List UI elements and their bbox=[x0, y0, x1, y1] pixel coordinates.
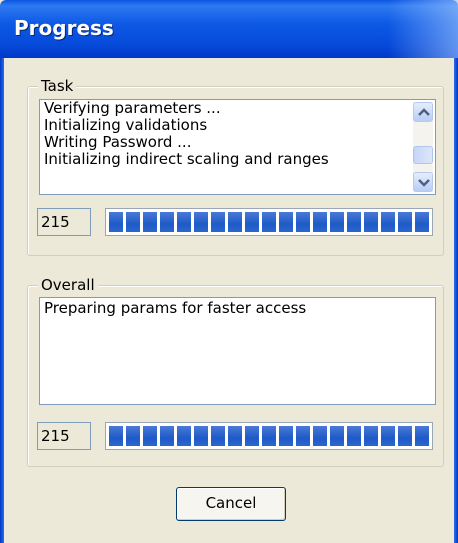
progress-block bbox=[296, 212, 310, 232]
progress-block bbox=[313, 212, 327, 232]
scroll-down-button[interactable] bbox=[413, 172, 433, 192]
progress-block bbox=[228, 426, 242, 446]
overall-counter: 215 bbox=[37, 422, 91, 450]
window-title: Progress bbox=[14, 16, 114, 40]
progress-block bbox=[364, 426, 378, 446]
progress-block bbox=[347, 212, 361, 232]
progress-block bbox=[381, 426, 395, 446]
progress-block bbox=[109, 426, 123, 446]
cancel-button[interactable]: Cancel bbox=[176, 487, 286, 521]
progress-block bbox=[126, 426, 140, 446]
progress-block bbox=[245, 426, 259, 446]
progress-block bbox=[415, 212, 429, 232]
title-bar[interactable]: Progress bbox=[0, 0, 458, 58]
progress-block bbox=[313, 426, 327, 446]
progress-block bbox=[177, 212, 191, 232]
progress-block bbox=[194, 212, 208, 232]
progress-block bbox=[296, 426, 310, 446]
progress-block bbox=[415, 426, 429, 446]
progress-block bbox=[398, 426, 412, 446]
task-progress-bar bbox=[105, 208, 433, 236]
progress-block bbox=[364, 212, 378, 232]
list-item: Verifying parameters ... bbox=[44, 99, 221, 117]
overall-progress-bar bbox=[105, 422, 433, 450]
progress-block bbox=[211, 212, 225, 232]
overall-progress-fill bbox=[109, 426, 429, 446]
progress-block bbox=[126, 212, 140, 232]
task-log-scrollbar[interactable] bbox=[413, 102, 433, 192]
progress-block bbox=[228, 212, 242, 232]
chevron-up-icon bbox=[418, 108, 430, 116]
progress-block bbox=[143, 212, 157, 232]
task-group-label: Task bbox=[38, 77, 77, 95]
progress-block bbox=[160, 426, 174, 446]
progress-block bbox=[279, 212, 293, 232]
task-counter: 215 bbox=[37, 208, 91, 236]
progress-block bbox=[262, 426, 276, 446]
progress-block bbox=[109, 212, 123, 232]
task-progress-fill bbox=[109, 212, 429, 232]
progress-block bbox=[330, 426, 344, 446]
progress-block bbox=[330, 212, 344, 232]
progress-block bbox=[194, 426, 208, 446]
list-item: Initializing validations bbox=[44, 116, 208, 134]
progress-block bbox=[245, 212, 259, 232]
task-log-list[interactable]: Verifying parameters ... Initializing va… bbox=[39, 99, 436, 195]
overall-log-list[interactable]: Preparing params for faster access bbox=[39, 297, 436, 405]
task-group: Task Verifying parameters ... Initializi… bbox=[27, 77, 444, 256]
overall-group-label: Overall bbox=[38, 276, 98, 294]
list-item: Writing Password ... bbox=[44, 133, 192, 151]
progress-block bbox=[279, 426, 293, 446]
progress-block bbox=[398, 212, 412, 232]
scroll-thumb[interactable] bbox=[413, 146, 433, 164]
chevron-down-icon bbox=[418, 179, 430, 187]
list-item: Initializing indirect scaling and ranges bbox=[44, 150, 329, 168]
progress-dialog: Progress Task Verifying parameters ... I… bbox=[0, 0, 458, 543]
progress-block bbox=[211, 426, 225, 446]
progress-block bbox=[177, 426, 191, 446]
scroll-up-button[interactable] bbox=[413, 102, 433, 122]
progress-block bbox=[160, 212, 174, 232]
window-frame-right bbox=[454, 58, 458, 543]
progress-block bbox=[347, 426, 361, 446]
progress-block bbox=[143, 426, 157, 446]
list-item: Preparing params for faster access bbox=[44, 299, 307, 317]
progress-block bbox=[262, 212, 276, 232]
progress-block bbox=[381, 212, 395, 232]
window-frame-left bbox=[0, 58, 4, 543]
overall-group: Overall Preparing params for faster acce… bbox=[27, 276, 444, 467]
title-bar-glow bbox=[388, 0, 458, 58]
